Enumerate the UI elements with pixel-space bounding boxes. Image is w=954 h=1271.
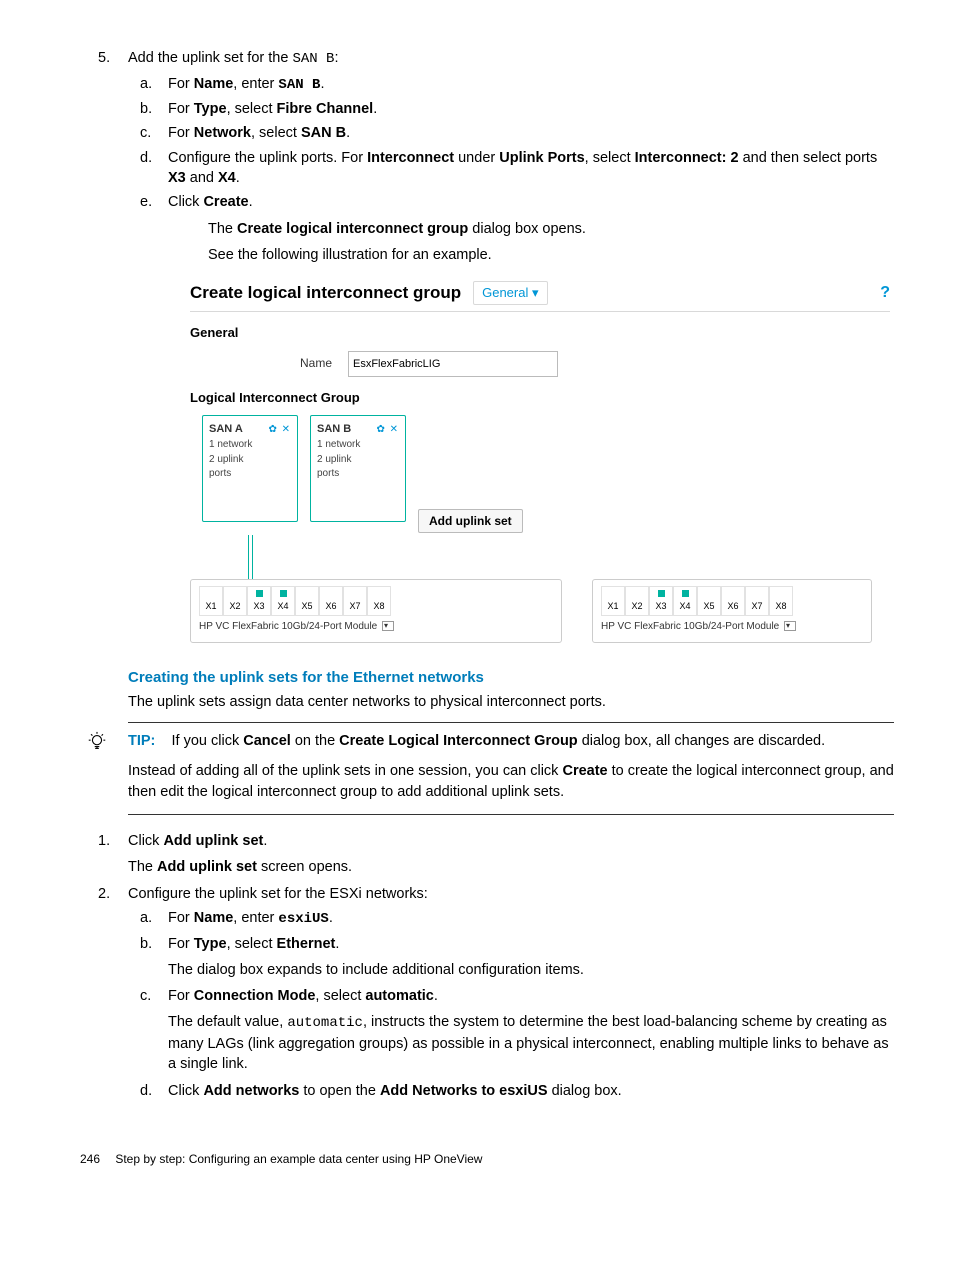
step-5-lead: Add the uplink set for the SAN B: — [128, 50, 338, 66]
port[interactable]: X2 — [625, 586, 649, 616]
port[interactable]: X5 — [697, 586, 721, 616]
step-1-note: The Add uplink set screen opens. — [128, 857, 894, 877]
gear-close-icons[interactable]: ✿ ✕ — [268, 423, 291, 437]
name-input[interactable] — [348, 351, 558, 377]
screenshot-create-lig: Create logical interconnect group Genera… — [190, 277, 890, 643]
port[interactable]: X4 — [271, 586, 295, 616]
module-selector-1[interactable]: HP VC FlexFabric 10Gb/24-Port Module — [199, 620, 553, 634]
tip-block: TIP: If you click Cancel on the Create L… — [128, 722, 894, 815]
step-2c: c. For Connection Mode, select automatic… — [168, 986, 894, 1074]
name-row: Name — [300, 351, 890, 377]
tip-p2: Instead of adding all of the uplink sets… — [128, 761, 894, 802]
step-5a: a. For Name, enter SAN B. — [168, 74, 894, 96]
step-5d: d. Configure the uplink ports. For Inter… — [168, 148, 894, 189]
step-5e: e. Click Create. The Create logical inte… — [168, 192, 894, 265]
module-selector-2[interactable]: HP VC FlexFabric 10Gb/24-Port Module — [601, 620, 863, 634]
section-lig: Logical Interconnect Group — [190, 389, 890, 407]
step-2: 2. Configure the uplink set for the ESXi… — [128, 884, 894, 1101]
step-2a: a. For Name, enter esxiUS. — [168, 908, 894, 930]
port[interactable]: X7 — [745, 586, 769, 616]
lightbulb-icon — [86, 731, 108, 753]
section-heading-ethernet: Creating the uplink sets for the Etherne… — [128, 667, 894, 688]
port[interactable]: X5 — [295, 586, 319, 616]
footer-title: Step by step: Configuring an example dat… — [115, 1152, 482, 1166]
module-box-2: X1 X2 X3 X4 X5 X6 X7 X8 HP VC FlexFabric… — [592, 579, 872, 643]
uplink-set-san-b[interactable]: SAN B✿ ✕ 1 network 2 uplink ports — [310, 415, 406, 522]
port[interactable]: X8 — [367, 586, 391, 616]
step-2b: b. For Type, select Ethernet. The dialog… — [168, 934, 894, 981]
page-footer: 246 Step by step: Configuring an example… — [80, 1151, 894, 1168]
dialog-title: Create logical interconnect group — [190, 281, 461, 305]
uplink-set-san-a[interactable]: SAN A✿ ✕ 1 network 2 uplink ports — [202, 415, 298, 522]
step-2d: d. Click Add networks to open the Add Ne… — [168, 1081, 894, 1101]
port[interactable]: X6 — [319, 586, 343, 616]
tip-p1: TIP: If you click Cancel on the Create L… — [128, 731, 894, 751]
ports-row-1: X1 X2 X3 X4 X5 X6 X7 X8 — [199, 586, 553, 616]
dropdown-icon — [382, 621, 394, 631]
help-icon[interactable]: ? — [880, 282, 890, 304]
interconnect-module-1: SAN A✿ ✕ 1 network 2 uplink ports SAN B✿… — [190, 415, 562, 643]
step-2b-note: The dialog box expands to include additi… — [168, 960, 894, 980]
interconnect-module-2: X1 X2 X3 X4 X5 X6 X7 X8 HP VC FlexFabric… — [592, 415, 872, 643]
dialog-header: Create logical interconnect group Genera… — [190, 277, 890, 312]
gear-close-icons[interactable]: ✿ ✕ — [376, 423, 399, 437]
port[interactable]: X1 — [199, 586, 223, 616]
port[interactable]: X4 — [673, 586, 697, 616]
port[interactable]: X3 — [247, 586, 271, 616]
name-label: Name — [300, 355, 348, 372]
ethernet-intro: The uplink sets assign data center netwo… — [128, 692, 894, 712]
step-5e-note2: See the following illustration for an ex… — [208, 245, 894, 265]
page-number: 246 — [80, 1151, 112, 1168]
port[interactable]: X3 — [649, 586, 673, 616]
step-5: 5. Add the uplink set for the SAN B: a. … — [128, 48, 894, 265]
step-5c: c. For Network, select SAN B. — [168, 123, 894, 143]
step-1: 1. Click Add uplink set. The Add uplink … — [128, 831, 894, 878]
port[interactable]: X8 — [769, 586, 793, 616]
dropdown-icon — [784, 621, 796, 631]
section-dropdown[interactable]: General ▾ — [473, 281, 547, 305]
port[interactable]: X7 — [343, 586, 367, 616]
step-2c-note: The default value, automatic, instructs … — [168, 1012, 894, 1074]
section-general: General — [190, 324, 890, 342]
connection-lines — [202, 535, 562, 579]
page-content: 5. Add the uplink set for the SAN B: a. … — [80, 48, 894, 1168]
step-number: 5. — [98, 48, 110, 68]
port[interactable]: X6 — [721, 586, 745, 616]
module-box-1: X1 X2 X3 X4 X5 X6 X7 X8 HP VC FlexFabric… — [190, 579, 562, 643]
ports-row-2: X1 X2 X3 X4 X5 X6 X7 X8 — [601, 586, 863, 616]
add-uplink-set-button[interactable]: Add uplink set — [418, 509, 523, 533]
step-5e-note1: The Create logical interconnect group di… — [208, 219, 894, 239]
port[interactable]: X1 — [601, 586, 625, 616]
port[interactable]: X2 — [223, 586, 247, 616]
step-5b: b. For Type, select Fibre Channel. — [168, 99, 894, 119]
